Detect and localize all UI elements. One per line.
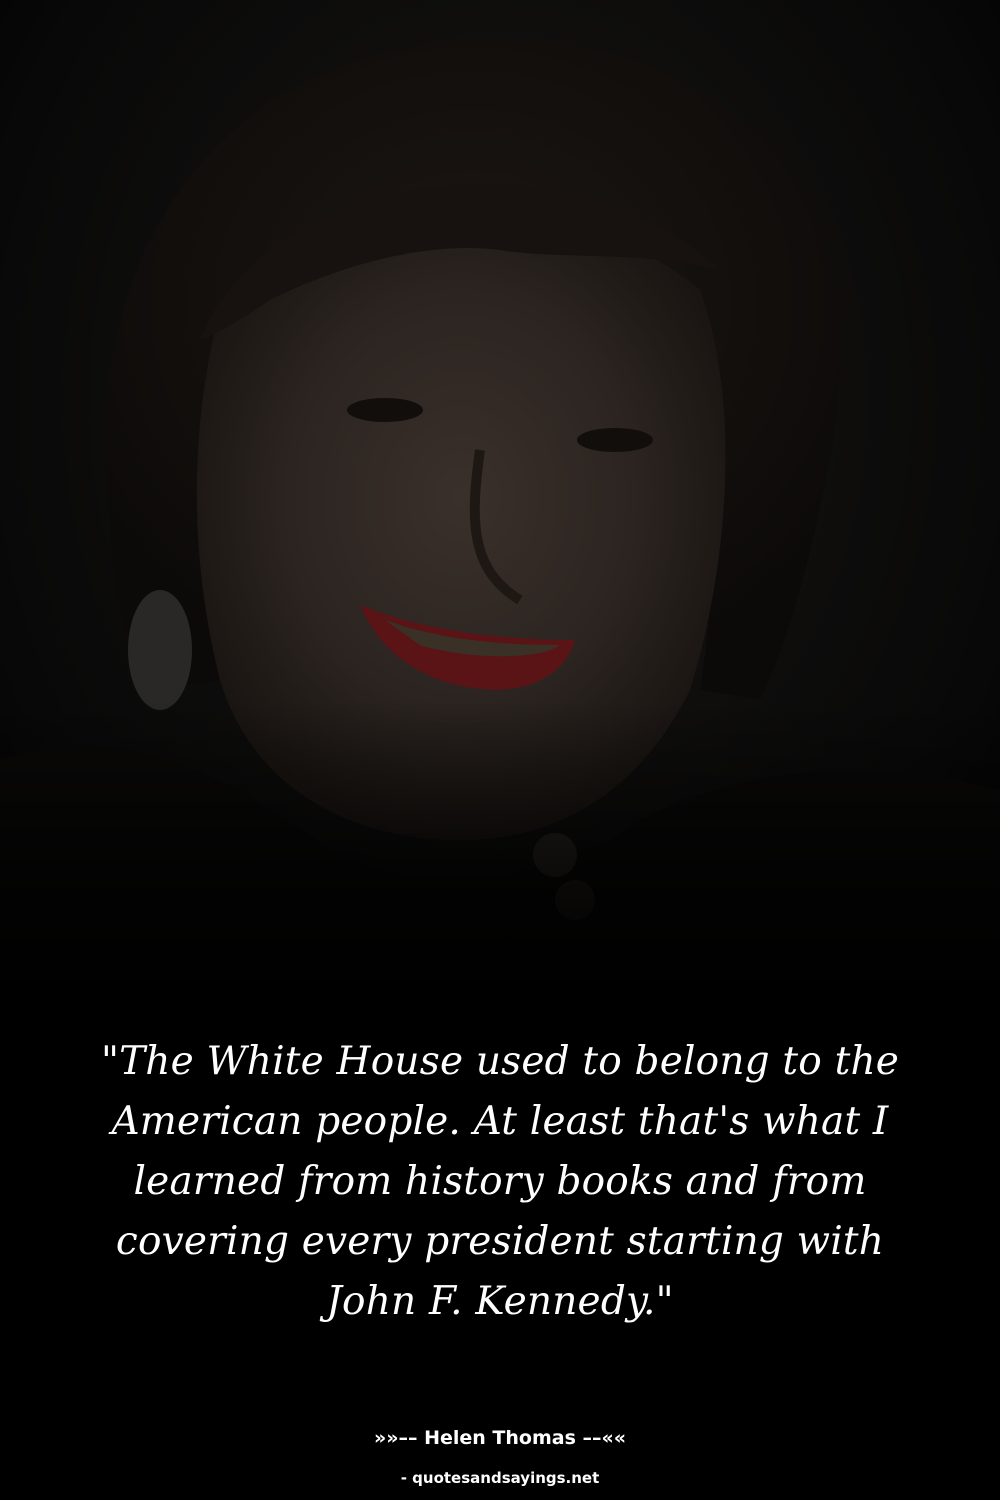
quote-card: "The White House used to belong to the A… xyxy=(0,0,1000,1500)
author-attribution: »»–– Helen Thomas ––«« xyxy=(373,1427,627,1449)
earring-shape xyxy=(128,590,192,710)
photo-fade-overlay xyxy=(0,700,1000,1000)
left-eye xyxy=(347,398,423,422)
right-eye xyxy=(577,428,653,452)
source-credit: - quotesandsayings.net xyxy=(400,1469,600,1487)
quote-text: "The White House used to belong to the A… xyxy=(100,1039,900,1324)
portrait-photo xyxy=(0,0,1000,1000)
